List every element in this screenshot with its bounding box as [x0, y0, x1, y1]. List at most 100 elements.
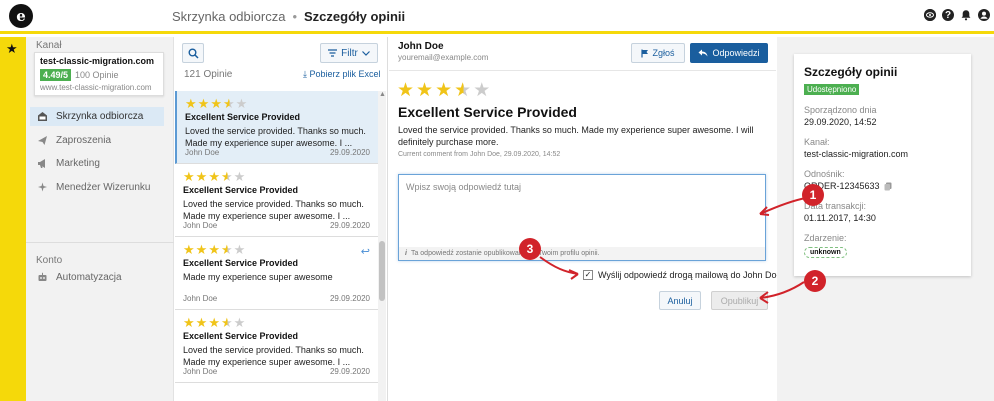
publish-button[interactable]: Opublikuj	[711, 291, 768, 310]
event-chip: unknown	[804, 247, 847, 258]
scroll-up-icon[interactable]: ▲	[379, 91, 386, 98]
filter-button[interactable]: Filtr	[320, 43, 378, 63]
account-label: Konto	[36, 255, 63, 266]
star-full-icon: ★	[197, 96, 211, 111]
reply-info-bar: i Ta odpowiedź zostanie opublikowana na …	[399, 247, 765, 260]
review-count: 121 Opinie	[184, 69, 233, 80]
review-text: Loved the service provided. Thanks so mu…	[398, 125, 754, 147]
search-icon	[188, 48, 199, 59]
robot-icon	[36, 272, 48, 284]
details-card: Szczegóły opinii Udostępniono Sporządzon…	[794, 54, 971, 276]
review-item-title: Excellent Service Provided	[183, 185, 299, 195]
user-icon[interactable]	[978, 9, 990, 21]
review-list-item[interactable]: ★★★★★ Excellent Service Provided Loved the…	[175, 310, 378, 383]
star-full-icon: ★	[183, 242, 196, 257]
sidebar-divider	[26, 242, 174, 243]
sidebar-item-automation[interactable]: Automatyzacja	[30, 268, 164, 287]
status-badge: Udostępniono	[804, 84, 860, 95]
reply-icon	[698, 49, 708, 57]
list-scrollbar[interactable]: ▲	[378, 91, 386, 401]
rating-badge: 4.49/5	[40, 69, 72, 81]
flag-icon	[641, 49, 649, 57]
replied-icon: ↩	[360, 246, 370, 258]
channel-card[interactable]: test-classic-migration.com 4.49/5 100 Op…	[34, 52, 164, 96]
sidebar-item-brand-manager[interactable]: Menedżer Wizerunku	[30, 178, 164, 197]
details-title: Szczegóły opinii	[804, 65, 898, 79]
channel-detail-label: Kanał:	[804, 137, 830, 147]
favorites-strip: ★	[0, 37, 26, 401]
top-icons: ?	[924, 9, 990, 21]
eye-icon[interactable]	[924, 9, 936, 21]
sidebar-item-invitations[interactable]: Zaproszenia	[30, 131, 164, 150]
reply-button[interactable]: Odpowiedzi	[690, 43, 768, 63]
breadcrumb: Skrzynka odbiorcza • Szczegóły opinii	[172, 9, 405, 24]
star-full-icon: ★	[208, 169, 221, 184]
review-stars: ★★★★★	[397, 81, 492, 101]
review-list-item[interactable]: ★★★★★ Excellent Service Provided Loved the…	[175, 164, 378, 237]
copy-icon[interactable]	[884, 182, 892, 191]
review-item-stars: ★★★★★	[183, 243, 370, 256]
review-item-footer: John Doe 29.09.2020	[183, 294, 370, 303]
star-full-icon: ★	[183, 315, 196, 330]
star-icon[interactable]: ★	[6, 41, 18, 57]
created-value: 29.09.2020, 14:52	[804, 117, 877, 127]
star-full-icon: ★	[195, 169, 209, 184]
reference-label: Odnośnik:	[804, 169, 845, 179]
annotation-badge-1: 1	[802, 184, 824, 206]
sidebar-item-label: Marketing	[56, 158, 100, 169]
report-label: Zgłoś	[652, 48, 675, 58]
channel-url: www.test-classic-migration.com	[40, 83, 152, 92]
channel-label: Kanał	[36, 40, 62, 51]
annotation-badge-3: 3	[519, 238, 541, 260]
review-list-item[interactable]: ★★★★★ ↩ Excellent Service Provided Made my …	[175, 237, 378, 310]
breadcrumb-parent[interactable]: Skrzynka odbiorcza	[172, 9, 285, 24]
star-empty-icon: ★	[233, 242, 247, 257]
breadcrumb-separator: •	[292, 9, 298, 24]
review-detail-panel: John Doe youremail@example.com Zgłoś Odp…	[389, 37, 782, 401]
bell-icon[interactable]	[960, 9, 972, 21]
scrollbar-thumb[interactable]	[379, 241, 385, 301]
star-empty-icon: ★	[235, 96, 249, 111]
star-half-icon: ★	[220, 242, 234, 257]
transaction-value: 01.11.2017, 14:30	[804, 213, 876, 223]
reply-label: Odpowiedzi	[712, 48, 760, 58]
review-list-item[interactable]: ★★★★★ Excellent Service Provided Loved the…	[175, 91, 378, 164]
reply-info-text: Ta odpowiedź zostanie opublikowana na Tw…	[410, 250, 600, 257]
star-full-icon: ★	[416, 80, 436, 101]
reply-textarea[interactable]	[399, 175, 765, 247]
created-label: Sporządzono dnia	[804, 105, 877, 115]
review-item-stars: ★★★★★	[183, 170, 370, 183]
email-reply-option[interactable]: ✓ Wyślij odpowiedź drogą mailową do John…	[583, 270, 782, 280]
download-label: Pobierz plik Excel	[309, 69, 381, 79]
review-item-author: John Doe	[185, 148, 220, 157]
megaphone-icon	[36, 158, 48, 170]
opinions-count: 100 Opinie	[75, 70, 119, 80]
sidebar-item-inbox[interactable]: Skrzynka odbiorcza	[30, 107, 164, 126]
star-full-icon: ★	[208, 242, 221, 257]
cancel-button[interactable]: Anuluj	[659, 291, 701, 310]
annotation-badge-2: 2	[804, 270, 826, 292]
logo[interactable]: e	[9, 3, 33, 28]
reply-box: i Ta odpowiedź zostanie opublikowana na …	[398, 174, 766, 261]
star-full-icon: ★	[195, 315, 209, 330]
inbox-icon	[36, 111, 48, 123]
detail-header-divider	[389, 70, 776, 71]
review-item-title: Excellent Service Provided	[185, 112, 301, 122]
review-item-date: 29.09.2020	[329, 294, 370, 303]
review-item-body: Loved the service provided. Thanks so mu…	[185, 126, 366, 148]
star-full-icon: ★	[210, 96, 223, 111]
email-reply-checkbox[interactable]: ✓	[583, 270, 593, 280]
sidebar-item-marketing[interactable]: Marketing	[30, 154, 164, 173]
star-half-icon: ★	[454, 80, 474, 101]
search-button[interactable]	[182, 43, 204, 63]
star-full-icon: ★	[195, 242, 209, 257]
star-full-icon: ★	[183, 169, 196, 184]
help-icon[interactable]: ?	[942, 9, 954, 21]
report-button[interactable]: Zgłoś	[631, 43, 685, 63]
author-name: John Doe	[398, 41, 444, 52]
sparkle-icon	[36, 182, 48, 194]
review-item-date: 29.09.2020	[329, 148, 370, 157]
info-icon: i	[405, 250, 407, 257]
review-item-stars: ★★★★★	[185, 97, 370, 110]
download-excel-link[interactable]: ⤓ Pobierz plik Excel	[303, 69, 381, 80]
